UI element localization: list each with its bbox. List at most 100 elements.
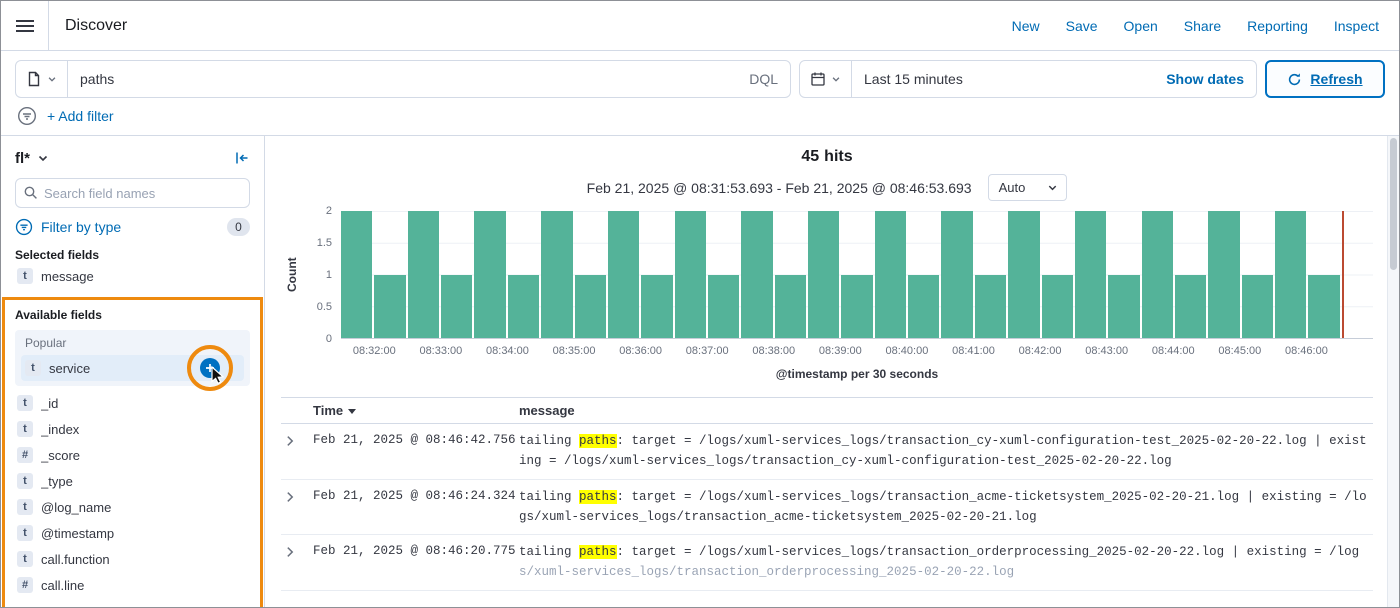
expand-row-button[interactable] bbox=[283, 487, 313, 504]
histogram-bar[interactable] bbox=[1042, 275, 1073, 339]
field-item-log-name[interactable]: t @log_name bbox=[15, 494, 250, 520]
saved-query-menu-button[interactable] bbox=[16, 61, 68, 97]
date-quick-select-button[interactable] bbox=[800, 61, 852, 97]
histogram-bar[interactable] bbox=[608, 211, 639, 338]
field-item-service[interactable]: t service bbox=[21, 355, 244, 381]
row-message: tailing paths: target = /logs/xuml-servi… bbox=[519, 542, 1373, 583]
filter-circle-icon bbox=[15, 218, 33, 236]
popular-heading: Popular bbox=[21, 336, 244, 352]
index-pattern-switcher[interactable]: fl* bbox=[15, 150, 49, 167]
x-axis-tick-label: 08:44:00 bbox=[1152, 345, 1195, 357]
histogram-bar[interactable] bbox=[675, 211, 706, 338]
plus-icon bbox=[205, 363, 215, 373]
field-name: _type bbox=[41, 474, 73, 489]
x-axis-tick-label: 08:32:00 bbox=[353, 345, 396, 357]
filter-by-type-button[interactable]: Filter by type 0 bbox=[15, 216, 250, 238]
field-item-timestamp[interactable]: t @timestamp bbox=[15, 520, 250, 546]
histogram-bar[interactable] bbox=[875, 211, 906, 338]
histogram-bar[interactable] bbox=[775, 275, 806, 339]
histogram-bar[interactable] bbox=[1275, 211, 1306, 338]
show-dates-link[interactable]: Show dates bbox=[1166, 71, 1244, 87]
y-axis-tick-label: 0.5 bbox=[317, 301, 332, 313]
histogram-bar[interactable] bbox=[975, 275, 1006, 339]
histogram-bar[interactable] bbox=[1008, 211, 1039, 338]
x-axis-labels: 08:32:0008:33:0008:34:0008:35:0008:36:00… bbox=[341, 339, 1373, 359]
x-axis-tick-label: 08:43:00 bbox=[1085, 345, 1128, 357]
y-axis-tick-label: 2 bbox=[326, 205, 332, 217]
filter-menu-button[interactable] bbox=[17, 106, 37, 126]
histogram-bar[interactable] bbox=[708, 275, 739, 339]
histogram-bar[interactable] bbox=[575, 275, 606, 339]
expand-row-button[interactable] bbox=[283, 431, 313, 448]
field-item-score[interactable]: # _score bbox=[15, 442, 250, 468]
x-axis-tick-label: 08:39:00 bbox=[819, 345, 862, 357]
nav-link-new[interactable]: New bbox=[1012, 18, 1040, 34]
time-column-label: Time bbox=[313, 403, 343, 418]
row-message: tailing paths: target = /logs/xuml-servi… bbox=[519, 431, 1373, 472]
calendar-icon bbox=[810, 71, 826, 87]
histogram-bars bbox=[341, 211, 1340, 338]
histogram-bar[interactable] bbox=[741, 211, 772, 338]
field-item-index[interactable]: t _index bbox=[15, 416, 250, 442]
histogram-bar[interactable] bbox=[641, 275, 672, 339]
add-field-button[interactable] bbox=[200, 358, 220, 378]
x-axis-tick-label: 08:37:00 bbox=[686, 345, 729, 357]
expand-row-button[interactable] bbox=[283, 542, 313, 559]
nav-link-save[interactable]: Save bbox=[1066, 18, 1098, 34]
vertical-scrollbar[interactable] bbox=[1387, 136, 1399, 607]
histogram-bar[interactable] bbox=[341, 211, 372, 338]
interval-select[interactable]: Auto bbox=[988, 174, 1068, 201]
histogram-bar[interactable] bbox=[908, 275, 939, 339]
histogram-bar[interactable] bbox=[441, 275, 472, 339]
histogram-bar[interactable] bbox=[941, 211, 972, 338]
collapse-sidebar-button[interactable] bbox=[234, 150, 250, 166]
refresh-button[interactable]: Refresh bbox=[1265, 60, 1385, 98]
row-message: tailing paths: target = /logs/xuml-servi… bbox=[519, 487, 1373, 528]
histogram-bar[interactable] bbox=[1175, 275, 1206, 339]
time-range-display[interactable]: Last 15 minutes bbox=[864, 71, 963, 87]
y-axis-labels: 00.511.52 bbox=[303, 211, 341, 339]
add-filter-link[interactable]: + Add filter bbox=[47, 108, 114, 124]
chevron-down-icon bbox=[37, 152, 49, 164]
available-fields-heading: Available fields bbox=[15, 308, 250, 323]
histogram-bar[interactable] bbox=[1108, 275, 1139, 339]
histogram-bar[interactable] bbox=[474, 211, 505, 338]
search-field-names-input[interactable] bbox=[15, 178, 250, 208]
histogram-bar[interactable] bbox=[541, 211, 572, 338]
time-column-header[interactable]: Time bbox=[313, 403, 519, 418]
nav-link-share[interactable]: Share bbox=[1184, 18, 1221, 34]
query-input[interactable]: paths bbox=[68, 61, 737, 97]
histogram-bar[interactable] bbox=[1308, 275, 1339, 339]
x-axis-tick-label: 08:45:00 bbox=[1218, 345, 1261, 357]
histogram-bar[interactable] bbox=[808, 211, 839, 338]
histogram-bar[interactable] bbox=[1075, 211, 1106, 338]
field-item-type[interactable]: t _type bbox=[15, 468, 250, 494]
x-axis-tick-label: 08:36:00 bbox=[619, 345, 662, 357]
histogram-bar[interactable] bbox=[1142, 211, 1173, 338]
filter-by-type-label: Filter by type bbox=[41, 219, 121, 235]
nav-link-open[interactable]: Open bbox=[1124, 18, 1158, 34]
field-item-message[interactable]: t message bbox=[15, 263, 250, 289]
scrollbar-thumb[interactable] bbox=[1390, 138, 1397, 270]
field-item-id[interactable]: t _id bbox=[15, 390, 250, 416]
query-language-button[interactable]: DQL bbox=[737, 61, 790, 97]
histogram-plot[interactable] bbox=[341, 211, 1373, 339]
x-axis-tick-label: 08:34:00 bbox=[486, 345, 529, 357]
available-fields-annotation-box: Available fields Popular t service bbox=[2, 297, 263, 607]
histogram-bar[interactable] bbox=[508, 275, 539, 339]
nav-link-reporting[interactable]: Reporting bbox=[1247, 18, 1308, 34]
histogram-bar[interactable] bbox=[374, 275, 405, 339]
histogram-bar[interactable] bbox=[408, 211, 439, 338]
histogram-bar[interactable] bbox=[841, 275, 872, 339]
field-item-call-line[interactable]: # call.line bbox=[15, 572, 250, 598]
nav-link-inspect[interactable]: Inspect bbox=[1334, 18, 1379, 34]
field-type-icon: t bbox=[17, 473, 33, 489]
histogram-bar[interactable] bbox=[1208, 211, 1239, 338]
menu-button[interactable] bbox=[1, 1, 49, 50]
sort-desc-icon bbox=[348, 409, 356, 414]
page-title: Discover bbox=[65, 17, 127, 35]
field-item-call-function[interactable]: t call.function bbox=[15, 546, 250, 572]
histogram-bar[interactable] bbox=[1242, 275, 1273, 339]
discover-app: Discover New Save Open Share Reporting I… bbox=[0, 0, 1400, 608]
filter-count-badge: 0 bbox=[227, 218, 250, 236]
